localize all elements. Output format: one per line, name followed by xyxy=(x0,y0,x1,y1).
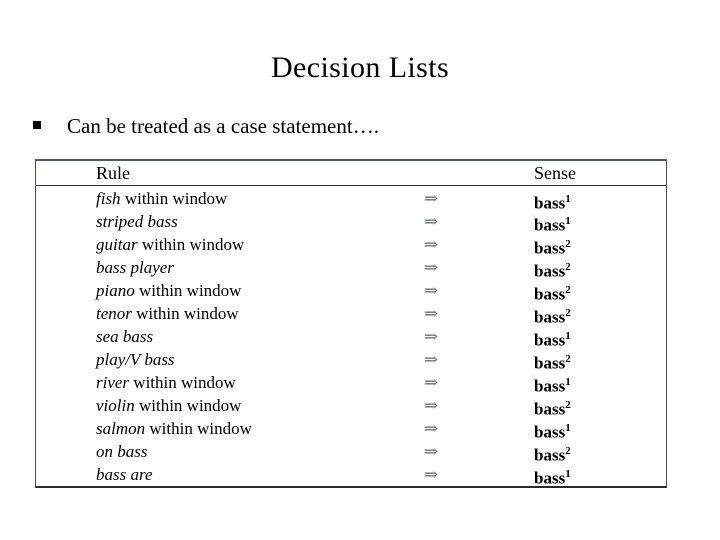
sense-superscript: 1 xyxy=(565,468,571,480)
implies-arrow-icon: ⇒ xyxy=(423,235,439,254)
rule-keyword: bass player xyxy=(96,258,174,277)
rule-context: within window xyxy=(137,235,245,254)
column-header-sense: Sense xyxy=(534,163,576,183)
cell-rule: violin within window xyxy=(96,394,396,417)
cell-rule: piano within window xyxy=(96,279,396,302)
cell-sense: bass1 xyxy=(534,463,664,490)
sense-superscript: 2 xyxy=(565,445,571,457)
column-header-rule: Rule xyxy=(96,163,130,183)
sense-label: bass xyxy=(534,468,566,488)
rule-keyword: fish xyxy=(96,189,121,208)
table-row: on bass ⇒ bass2 xyxy=(36,440,666,465)
table-row: violin within window ⇒ bass2 xyxy=(36,394,666,419)
rule-keyword: sea bass xyxy=(96,327,154,346)
rule-keyword: violin xyxy=(96,396,135,415)
sense-superscript: 2 xyxy=(565,353,571,365)
cell-rule: tenor within window xyxy=(96,302,396,325)
table-row: piano within window ⇒ bass2 xyxy=(36,279,666,304)
sense-label: bass xyxy=(534,330,566,350)
rule-keyword: guitar xyxy=(96,235,138,254)
cell-rule: play/V bass xyxy=(96,348,396,371)
rule-context: within window xyxy=(129,373,236,392)
table-row: tenor within window ⇒ bass2 xyxy=(36,302,666,327)
decision-list-table: Rule Sense fish within window ⇒ bass1 strip… xyxy=(35,159,667,488)
rule-keyword: bass are xyxy=(96,465,153,484)
sense-label: bass xyxy=(534,445,566,465)
bullet-list-item: Can be treated as a case statement…. xyxy=(33,113,673,143)
implies-arrow-icon: ⇒ xyxy=(423,258,439,277)
sense-label: bass xyxy=(534,215,566,235)
sense-label: bass xyxy=(534,307,566,327)
table-row: striped bass ⇒ bass1 xyxy=(36,210,666,235)
page-title: Decision Lists xyxy=(270,51,450,84)
rule-keyword: river xyxy=(96,373,130,392)
rule-context: within window xyxy=(120,189,228,208)
cell-rule: bass are xyxy=(96,463,396,486)
table-row: river within window ⇒ bass1 xyxy=(36,371,666,396)
sense-superscript: 2 xyxy=(565,261,571,273)
cell-rule: bass player xyxy=(96,256,396,279)
table-body: fish within window ⇒ bass1 striped bass ⇒ bas… xyxy=(36,186,666,488)
table-row: bass are ⇒ bass1 xyxy=(36,463,666,488)
sense-superscript: 1 xyxy=(565,215,571,227)
implies-arrow-icon: ⇒ xyxy=(423,350,439,369)
rule-keyword: salmon xyxy=(96,419,146,438)
sense-label: bass xyxy=(534,238,566,258)
table-row: guitar within window ⇒ bass2 xyxy=(36,233,666,258)
sense-superscript: 1 xyxy=(565,422,571,434)
sense-label: bass xyxy=(534,261,566,281)
cell-rule: fish within window xyxy=(96,186,396,212)
implies-arrow-icon: ⇒ xyxy=(423,396,439,415)
bullet-item-label: Can be treated as a case statement…. xyxy=(67,114,379,138)
sense-label: bass xyxy=(534,422,566,442)
implies-arrow-icon: ⇒ xyxy=(423,281,439,300)
cell-rule: salmon within window xyxy=(96,417,396,440)
implies-arrow-icon: ⇒ xyxy=(423,304,439,323)
table-row: fish within window ⇒ bass1 xyxy=(36,186,666,213)
sense-superscript: 1 xyxy=(565,193,571,205)
table-row: bass player ⇒ bass2 xyxy=(36,256,666,281)
sense-superscript: 1 xyxy=(565,330,571,342)
rule-context: within window xyxy=(134,281,242,300)
table-row: sea bass ⇒ bass1 xyxy=(36,325,666,350)
cell-rule: river within window xyxy=(96,371,396,394)
sense-label: bass xyxy=(534,376,566,396)
sense-superscript: 1 xyxy=(565,376,571,388)
rule-context: within window xyxy=(131,304,239,323)
table-header-row: Rule Sense xyxy=(36,161,666,186)
sense-label: bass xyxy=(534,399,566,419)
implies-arrow-icon: ⇒ xyxy=(423,327,439,346)
cell-rule: guitar within window xyxy=(96,233,396,256)
rule-keyword: tenor xyxy=(96,304,132,323)
implies-arrow-icon: ⇒ xyxy=(423,465,439,484)
sense-label: bass xyxy=(534,353,566,373)
rule-keyword: piano xyxy=(96,281,135,300)
sense-label: bass xyxy=(534,284,566,304)
rule-keyword: play/V bass xyxy=(96,350,175,369)
implies-arrow-icon: ⇒ xyxy=(423,419,439,438)
implies-arrow-icon: ⇒ xyxy=(423,212,439,231)
cell-rule: on bass xyxy=(96,440,396,463)
cell-rule: striped bass xyxy=(96,210,396,233)
implies-arrow-icon: ⇒ xyxy=(423,442,439,461)
sense-superscript: 2 xyxy=(565,307,571,319)
cell-rule: sea bass xyxy=(96,325,396,348)
sense-superscript: 2 xyxy=(565,238,571,250)
table-row: salmon within window ⇒ bass1 xyxy=(36,417,666,442)
rule-context: within window xyxy=(134,396,242,415)
sense-superscript: 2 xyxy=(565,284,571,296)
implies-arrow-icon: ⇒ xyxy=(423,373,439,392)
square-bullet-icon xyxy=(33,121,41,129)
implies-arrow-icon: ⇒ xyxy=(423,189,439,208)
rule-keyword: striped bass xyxy=(96,212,178,231)
sense-superscript: 2 xyxy=(565,399,571,411)
rule-keyword: on bass xyxy=(96,442,148,461)
table-row: play/V bass ⇒ bass2 xyxy=(36,348,666,373)
rule-context: within window xyxy=(145,419,252,438)
slide-canvas: Decision Lists Can be treated as a case … xyxy=(0,0,720,540)
